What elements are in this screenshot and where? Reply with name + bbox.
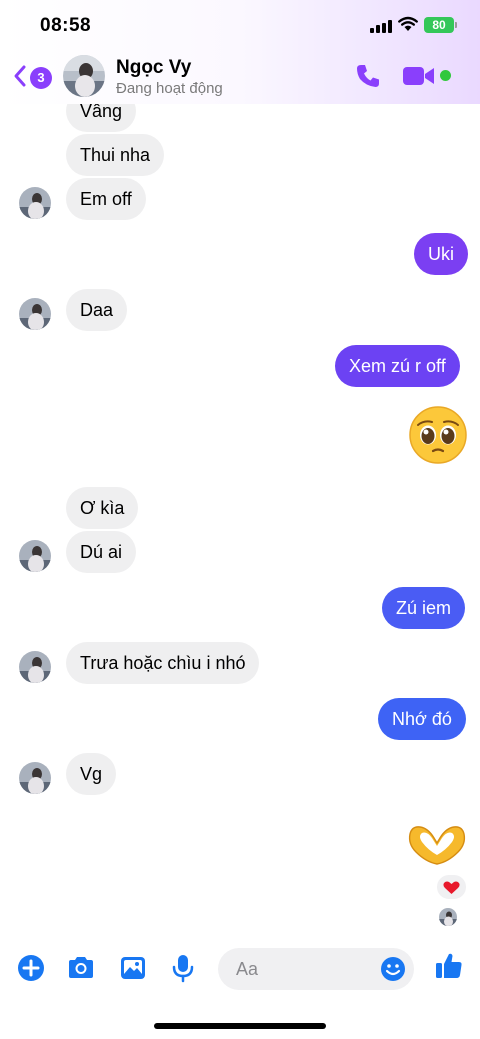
- pleading-face-emoji-message[interactable]: [408, 405, 468, 465]
- message-bubble-incoming[interactable]: Dú ai: [66, 531, 137, 573]
- sender-avatar[interactable]: [19, 298, 51, 330]
- avatar-photo: [63, 55, 105, 97]
- battery-indicator: 80: [424, 17, 454, 33]
- contact-name[interactable]: Ngọc Vy: [116, 57, 191, 79]
- message-bubble-outgoing[interactable]: Xem zú r off: [335, 345, 460, 387]
- message-text: Ơ kìa: [80, 498, 125, 518]
- avatar-photo: [19, 540, 51, 572]
- seen-by-avatar: [439, 908, 457, 926]
- message-bubble-incoming[interactable]: Em off: [66, 178, 146, 220]
- message-bubble-outgoing[interactable]: Uki: [414, 233, 468, 275]
- avatar-photo: [439, 908, 457, 926]
- message-bubble-outgoing[interactable]: Nhớ đó: [378, 698, 466, 740]
- message-bubble-incoming[interactable]: Trưa hoặc chìu i nhó: [66, 642, 260, 684]
- sender-avatar[interactable]: [19, 762, 51, 794]
- chat-header: 08:58 80 3 Ngọc Vy Đang hoạt động: [0, 0, 480, 104]
- message-reaction[interactable]: [435, 873, 468, 901]
- status-bar: 08:58 80: [0, 0, 480, 50]
- message-bubble-incoming[interactable]: Ơ kìa: [66, 487, 139, 529]
- message-bubble-incoming[interactable]: Daa: [66, 289, 128, 331]
- message-text: Trưa hoặc chìu i nhó: [80, 653, 246, 673]
- message-bubble-incoming[interactable]: Vg: [66, 753, 117, 795]
- message-text: Xem zú r off: [349, 356, 446, 376]
- message-text: Em off: [80, 189, 132, 209]
- contact-avatar[interactable]: [63, 55, 105, 97]
- message-input[interactable]: Aa: [218, 948, 414, 990]
- message-text: Vg: [80, 764, 103, 784]
- home-indicator: [154, 1023, 326, 1029]
- message-text: Nhớ đó: [392, 709, 452, 729]
- message-text: Uki: [428, 244, 454, 264]
- message-bubble-outgoing[interactable]: Zú iem: [382, 587, 466, 629]
- sender-avatar[interactable]: [19, 187, 51, 219]
- message-text: Daa: [80, 300, 114, 320]
- sender-avatar[interactable]: [19, 540, 51, 572]
- back-button[interactable]: 3: [12, 62, 54, 90]
- back-chevron-icon: [14, 65, 26, 87]
- battery-tip: [455, 22, 457, 28]
- microphone-icon[interactable]: [168, 953, 198, 983]
- cellular-signal-icon: [370, 20, 392, 33]
- message-text: Zú iem: [396, 598, 452, 618]
- message-composer: Aa: [0, 940, 480, 1000]
- sender-avatar[interactable]: [19, 651, 51, 683]
- online-status-dot: [440, 70, 451, 81]
- avatar-photo: [19, 762, 51, 794]
- heart-reaction-icon: [443, 881, 460, 894]
- heart-hands-icon: [408, 826, 466, 865]
- status-time: 08:58: [40, 15, 92, 36]
- heart-hands-emoji-message[interactable]: [406, 822, 468, 868]
- image-icon[interactable]: [118, 953, 148, 983]
- avatar-photo: [19, 651, 51, 683]
- message-text: Dú ai: [80, 542, 123, 562]
- contact-status: Đang hoạt động: [116, 80, 223, 97]
- unread-count-badge: 3: [30, 67, 52, 89]
- pleading-face-icon: [409, 406, 467, 464]
- message-text: Thui nha: [80, 145, 151, 165]
- avatar-photo: [19, 187, 51, 219]
- message-bubble-incoming[interactable]: Thui nha: [66, 134, 165, 176]
- camera-icon[interactable]: [66, 953, 96, 983]
- plus-icon[interactable]: [16, 953, 46, 983]
- battery-level: 80: [432, 18, 446, 32]
- emoji-icon[interactable]: [380, 956, 406, 982]
- thumbs-up-icon[interactable]: [434, 951, 464, 981]
- message-text: Vâng: [80, 101, 123, 121]
- conversation-nav: 3 Ngọc Vy Đang hoạt động: [0, 50, 480, 104]
- avatar-photo: [19, 298, 51, 330]
- wifi-icon: [398, 16, 418, 31]
- message-input-placeholder: Aa: [236, 959, 259, 979]
- video-camera-icon[interactable]: [402, 64, 436, 88]
- phone-icon[interactable]: [354, 62, 382, 90]
